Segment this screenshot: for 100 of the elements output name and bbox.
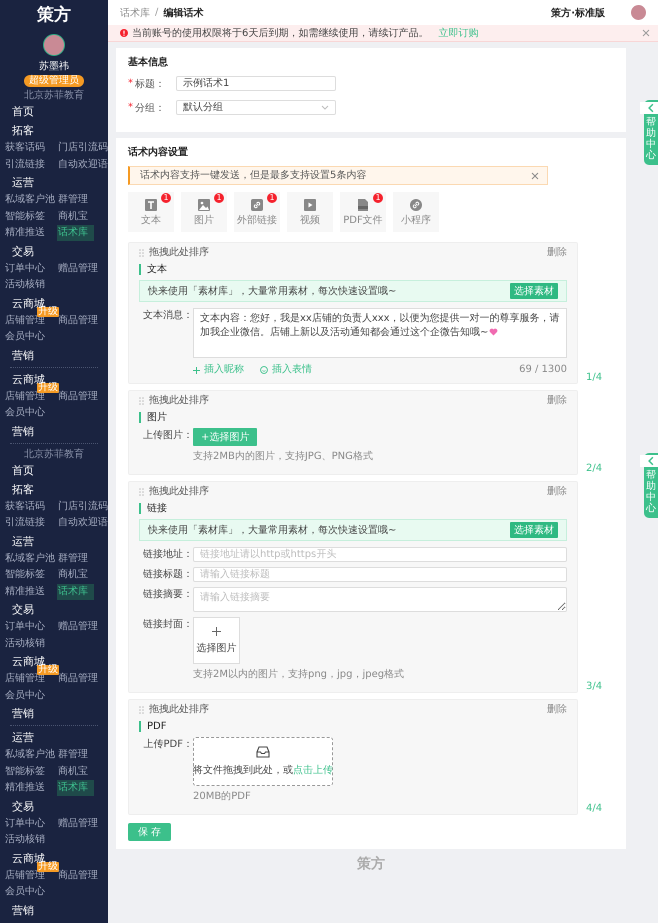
- menu-item[interactable]: 自动欢迎语: [57, 158, 108, 172]
- section-title: 话术内容设置: [128, 146, 189, 160]
- menu-item[interactable]: 门店引流码: [57, 141, 108, 156]
- menu-item[interactable]: 引流链接: [4, 158, 45, 172]
- menu-item[interactable]: 自动欢迎语: [57, 516, 108, 530]
- title-input[interactable]: 示例话术1: [176, 76, 336, 91]
- menu-item[interactable]: 群管理: [57, 193, 88, 208]
- section-title: 基本信息: [128, 56, 169, 70]
- menu-heading[interactable]: 交易: [0, 796, 34, 816]
- menu-item[interactable]: 门店引流码: [57, 500, 108, 514]
- menu-item[interactable]: 活动核销: [4, 278, 45, 292]
- menu-item[interactable]: 智能标签: [4, 210, 45, 224]
- menu-heading[interactable]: 拓客: [0, 480, 34, 498]
- menu-item[interactable]: 群管理: [57, 748, 88, 762]
- block-index: 3/4: [586, 681, 602, 693]
- menu-item[interactable]: 商品管理: [57, 390, 98, 404]
- menu-heading[interactable]: 交易: [0, 242, 34, 260]
- menu-item[interactable]: 私域客户池: [4, 193, 55, 208]
- menu-item[interactable]: 赠品管理: [57, 262, 98, 276]
- count-badge: 1: [373, 193, 383, 203]
- menu-item[interactable]: 订单中心: [4, 262, 45, 276]
- input-field[interactable]: 链接地址请以http或https开头: [193, 547, 567, 562]
- close-icon: [531, 172, 539, 180]
- plus-icon: [212, 626, 221, 636]
- upgrade-badge: 升级: [37, 862, 59, 872]
- menu-item[interactable]: 活动核销: [4, 636, 45, 651]
- footer-logo: 策方: [356, 855, 386, 873]
- menu-item[interactable]: 私域客户池: [4, 552, 55, 566]
- menu-item[interactable]: 智能标签: [4, 764, 45, 779]
- block-index: 2/4: [586, 463, 602, 475]
- menu-item[interactable]: 智能标签: [4, 568, 45, 582]
- menu-item[interactable]: 精准推送: [4, 781, 45, 796]
- menu-item[interactable]: 话术库: [57, 225, 94, 242]
- menu-heading[interactable]: 交易: [0, 600, 34, 619]
- menu-heading[interactable]: 首页: [0, 102, 34, 121]
- menu-item[interactable]: 商品管理: [57, 868, 98, 883]
- menu-item[interactable]: 会员中心: [4, 885, 45, 900]
- menu-item[interactable]: 订单中心: [4, 620, 45, 634]
- message-textarea[interactable]: 文本内容：您好，我是xx店铺的负责人xxx，以便为您提供一对一的尊享服务，请加我企业微信。店铺上新以及活动通知都会通过这个企微告知哦~: [193, 308, 567, 358]
- tile-label: PDF文件: [343, 214, 383, 226]
- promo-text: 快来使用「素材库」，大量常用素材，每次快速设置哦~: [148, 524, 396, 537]
- tile-label: 视频: [300, 214, 320, 226]
- summary-textarea[interactable]: 请输入链接摘要: [193, 587, 567, 612]
- menu-heading[interactable]: 营销: [0, 422, 34, 440]
- chevron-left-icon: [640, 455, 658, 467]
- menu-item[interactable]: 会员中心: [4, 406, 45, 420]
- menu-heading[interactable]: 首页: [0, 460, 34, 480]
- menu-item[interactable]: 获客话码: [4, 500, 45, 514]
- drag-handle-icon: [139, 397, 144, 405]
- text-icon: [145, 198, 157, 210]
- menu-heading[interactable]: 运营: [0, 728, 34, 747]
- content-type-tile[interactable]: 外部链接 1: [234, 192, 280, 232]
- menu-item[interactable]: 精准推送: [4, 226, 45, 240]
- menu-item[interactable]: 商品管理: [57, 314, 98, 328]
- breadcrumb-item: 编辑话术: [163, 6, 204, 20]
- hint-text: 支持2MB内的图片，支持JPG、PNG格式: [193, 450, 374, 463]
- menu-item[interactable]: 精准推送: [4, 584, 45, 599]
- pdf-drop-zone[interactable]: 将文件拖拽到此处，或点击上传: [193, 737, 333, 786]
- menu-item[interactable]: 赠品管理: [57, 816, 98, 831]
- block-title: 链接: [139, 503, 567, 514]
- menu-heading[interactable]: 运营: [0, 173, 34, 192]
- warning-icon: [120, 29, 128, 37]
- menu-item[interactable]: 赠品管理: [57, 620, 98, 634]
- breadcrumb-separator: /: [155, 7, 158, 18]
- menu-item[interactable]: 商品管理: [57, 672, 98, 686]
- menu-item[interactable]: 引流链接: [4, 516, 45, 530]
- menu-heading[interactable]: 营销: [0, 704, 34, 723]
- tile-label: 文本: [141, 214, 161, 226]
- menu-heading[interactable]: 营销: [0, 346, 34, 364]
- content-type-tile[interactable]: 文本 1: [128, 192, 174, 232]
- tile-label: 小程序: [401, 214, 431, 226]
- user-avatar[interactable]: [631, 5, 646, 20]
- menu-item[interactable]: 获客话码: [4, 141, 45, 156]
- menu-item[interactable]: 话术库: [57, 584, 94, 600]
- menu-item[interactable]: 会员中心: [4, 688, 45, 703]
- menu-heading[interactable]: 拓客: [0, 121, 34, 140]
- content-type-tile[interactable]: 图片 1: [181, 192, 227, 232]
- group-select[interactable]: 默认分组: [176, 100, 336, 115]
- smiley-icon: [260, 366, 268, 374]
- breadcrumb-item[interactable]: 话术库: [120, 6, 150, 20]
- edition-label: 策方·标准版: [551, 6, 605, 20]
- character-counter: 69 / 1300: [519, 363, 567, 377]
- promo-text: 快来使用「素材库」，大量常用素材，每次快速设置哦~: [148, 284, 396, 298]
- block-title: 文本: [139, 264, 567, 275]
- menu-heading[interactable]: 运营: [0, 532, 34, 550]
- menu-item[interactable]: 群管理: [57, 552, 88, 566]
- menu-item[interactable]: 商机宝: [57, 210, 88, 224]
- menu-heading[interactable]: 营销: [0, 900, 34, 920]
- menu-item[interactable]: 活动核销: [4, 833, 45, 848]
- menu-item[interactable]: 话术库: [57, 780, 94, 796]
- menu-item[interactable]: 商机宝: [57, 568, 88, 582]
- menu-item[interactable]: 订单中心: [4, 816, 45, 831]
- field-label: 分组：: [135, 102, 165, 114]
- menu-item[interactable]: 会员中心: [4, 330, 45, 344]
- input-field[interactable]: 请输入链接标题: [193, 567, 567, 582]
- content-type-tile[interactable]: PDF文件 1: [340, 192, 386, 232]
- field-label: 链接地址：: [142, 548, 193, 562]
- menu-item[interactable]: 商机宝: [57, 764, 88, 779]
- image-upload-box[interactable]: 选择图片: [193, 617, 240, 664]
- menu-item[interactable]: 私域客户池: [4, 748, 55, 762]
